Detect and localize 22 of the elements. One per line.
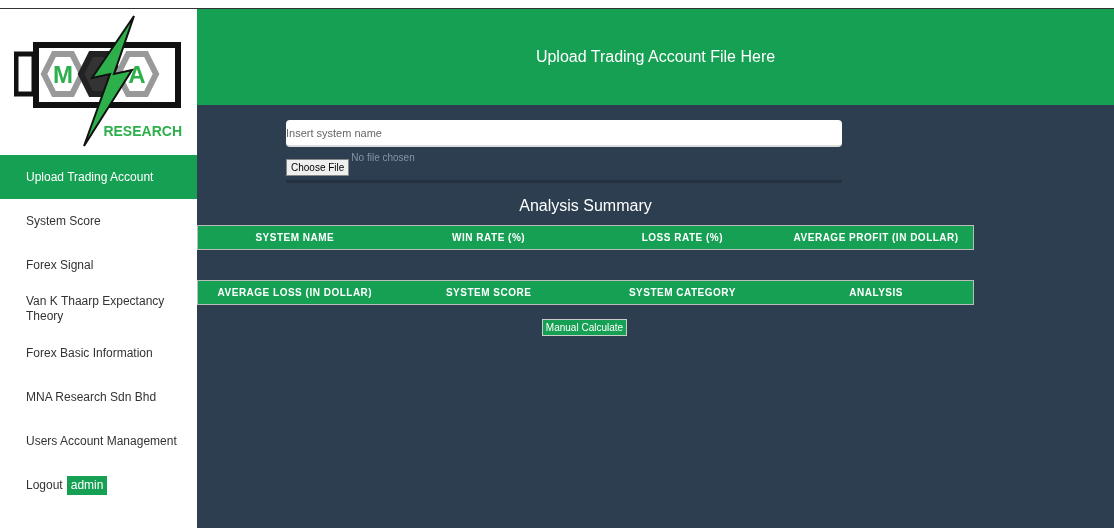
sidebar-item[interactable]: Forex Signal [0, 243, 197, 287]
section-title: Analysis Summary [518, 197, 653, 215]
column-header: ANALYSIS [848, 287, 904, 298]
logo-drawing: M A RESEARCH [13, 12, 184, 152]
sidebar-item[interactable]: Forex Basic Information [0, 331, 197, 375]
page-title: Upload Trading Account File Here [535, 48, 776, 66]
sidebar-item[interactable]: MNA Research Sdn Bhd [0, 375, 197, 419]
sidebar-item[interactable]: Van K Thaarp Expectancy Theory [0, 287, 197, 331]
sidebar-item[interactable]: System Score [0, 199, 197, 243]
user-badge: admin [66, 475, 108, 495]
sidebar-item[interactable]: Logout admin [0, 463, 197, 507]
column-header: SYSTEM SCORE [444, 287, 533, 298]
column-header: WIN RATE (%) [451, 232, 527, 243]
column-header: AVERAGE PROFIT (IN DOLLAR) [792, 232, 960, 243]
file-status: No file chosen [351, 152, 415, 163]
column-header: LOSS RATE (%) [640, 232, 725, 243]
sidebar-item[interactable]: Users Account Management [0, 419, 197, 463]
choose-file-button[interactable]: Choose File [286, 159, 350, 176]
column-header: SYSTEM CATEGORY [627, 287, 737, 298]
column-header: AVERAGE LOSS (IN DOLLAR) [216, 287, 374, 298]
column-header: SYSTEM NAME [254, 232, 336, 243]
system-name-field[interactable]: Insert system name [286, 120, 842, 147]
